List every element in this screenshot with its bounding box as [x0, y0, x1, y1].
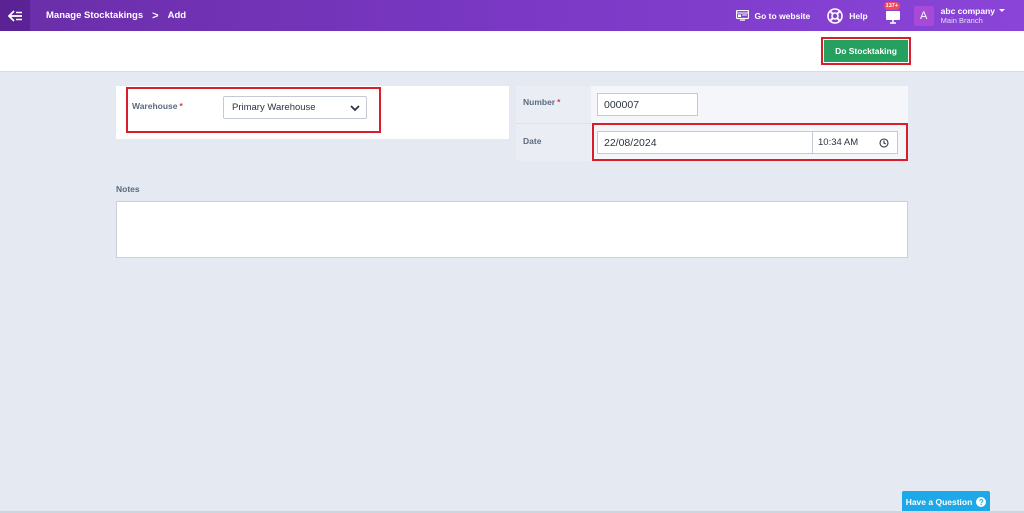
- date-label: Date: [523, 136, 542, 146]
- time-input-value: 10:34 AM: [818, 137, 859, 148]
- go-to-website-link[interactable]: Go to website: [735, 10, 811, 21]
- help-label: Help: [849, 10, 868, 21]
- required-mark: *: [179, 101, 183, 111]
- chevron-down-icon: [350, 105, 360, 112]
- action-bar: Do Stocktaking: [0, 31, 1024, 72]
- notes-textarea[interactable]: [116, 201, 908, 258]
- notifications-button[interactable]: 137+: [883, 1, 901, 24]
- caret-down-icon: [999, 9, 1005, 12]
- account-name: abc company: [940, 5, 995, 16]
- top-navbar: Manage Stocktakings > Add Go to website: [0, 0, 1024, 31]
- notes-label: Notes: [116, 184, 140, 194]
- lifebuoy-icon: [827, 7, 844, 24]
- avatar[interactable]: A: [913, 5, 934, 26]
- time-input[interactable]: 10:34 AM: [813, 131, 898, 154]
- required-mark: *: [557, 97, 561, 107]
- warehouse-label-text: Warehouse: [132, 101, 178, 111]
- clock-icon[interactable]: [879, 138, 889, 148]
- number-label-text: Number: [523, 97, 556, 107]
- have-a-question-button[interactable]: Have a Question ?: [902, 491, 990, 513]
- warehouse-select-value: Primary Warehouse: [232, 102, 316, 113]
- breadcrumb-current: Add: [167, 10, 187, 21]
- breadcrumb-manage-stocktakings[interactable]: Manage Stocktakings: [46, 10, 143, 21]
- arrow-left-icon: [7, 9, 22, 22]
- date-input[interactable]: 22/08/2024: [597, 131, 813, 154]
- back-button[interactable]: [0, 0, 30, 31]
- do-stocktaking-button[interactable]: Do Stocktaking: [824, 40, 908, 62]
- go-to-website-label: Go to website: [754, 10, 811, 21]
- breadcrumb-separator: >: [152, 9, 159, 22]
- website-icon: [735, 10, 749, 21]
- have-a-question-label: Have a Question: [905, 497, 973, 507]
- warehouse-label: Warehouse *: [132, 101, 183, 111]
- account-menu[interactable]: abc company Main Branch: [941, 6, 1005, 26]
- highlight-outline-do-stocktaking: Do Stocktaking: [821, 37, 911, 65]
- account-branch: Main Branch: [940, 15, 983, 25]
- topbar-right: Go to website Help 137+ A abc company Ma…: [735, 0, 1024, 31]
- notification-board-icon: [885, 10, 900, 24]
- notification-count-badge: 137+: [883, 1, 901, 10]
- breadcrumb: Manage Stocktakings > Add: [46, 10, 186, 22]
- help-link[interactable]: Help: [827, 7, 868, 24]
- warehouse-select[interactable]: Primary Warehouse: [223, 96, 367, 119]
- question-icon: ?: [976, 497, 987, 507]
- number-input[interactable]: 000007: [597, 93, 698, 116]
- number-label: Number *: [523, 97, 560, 107]
